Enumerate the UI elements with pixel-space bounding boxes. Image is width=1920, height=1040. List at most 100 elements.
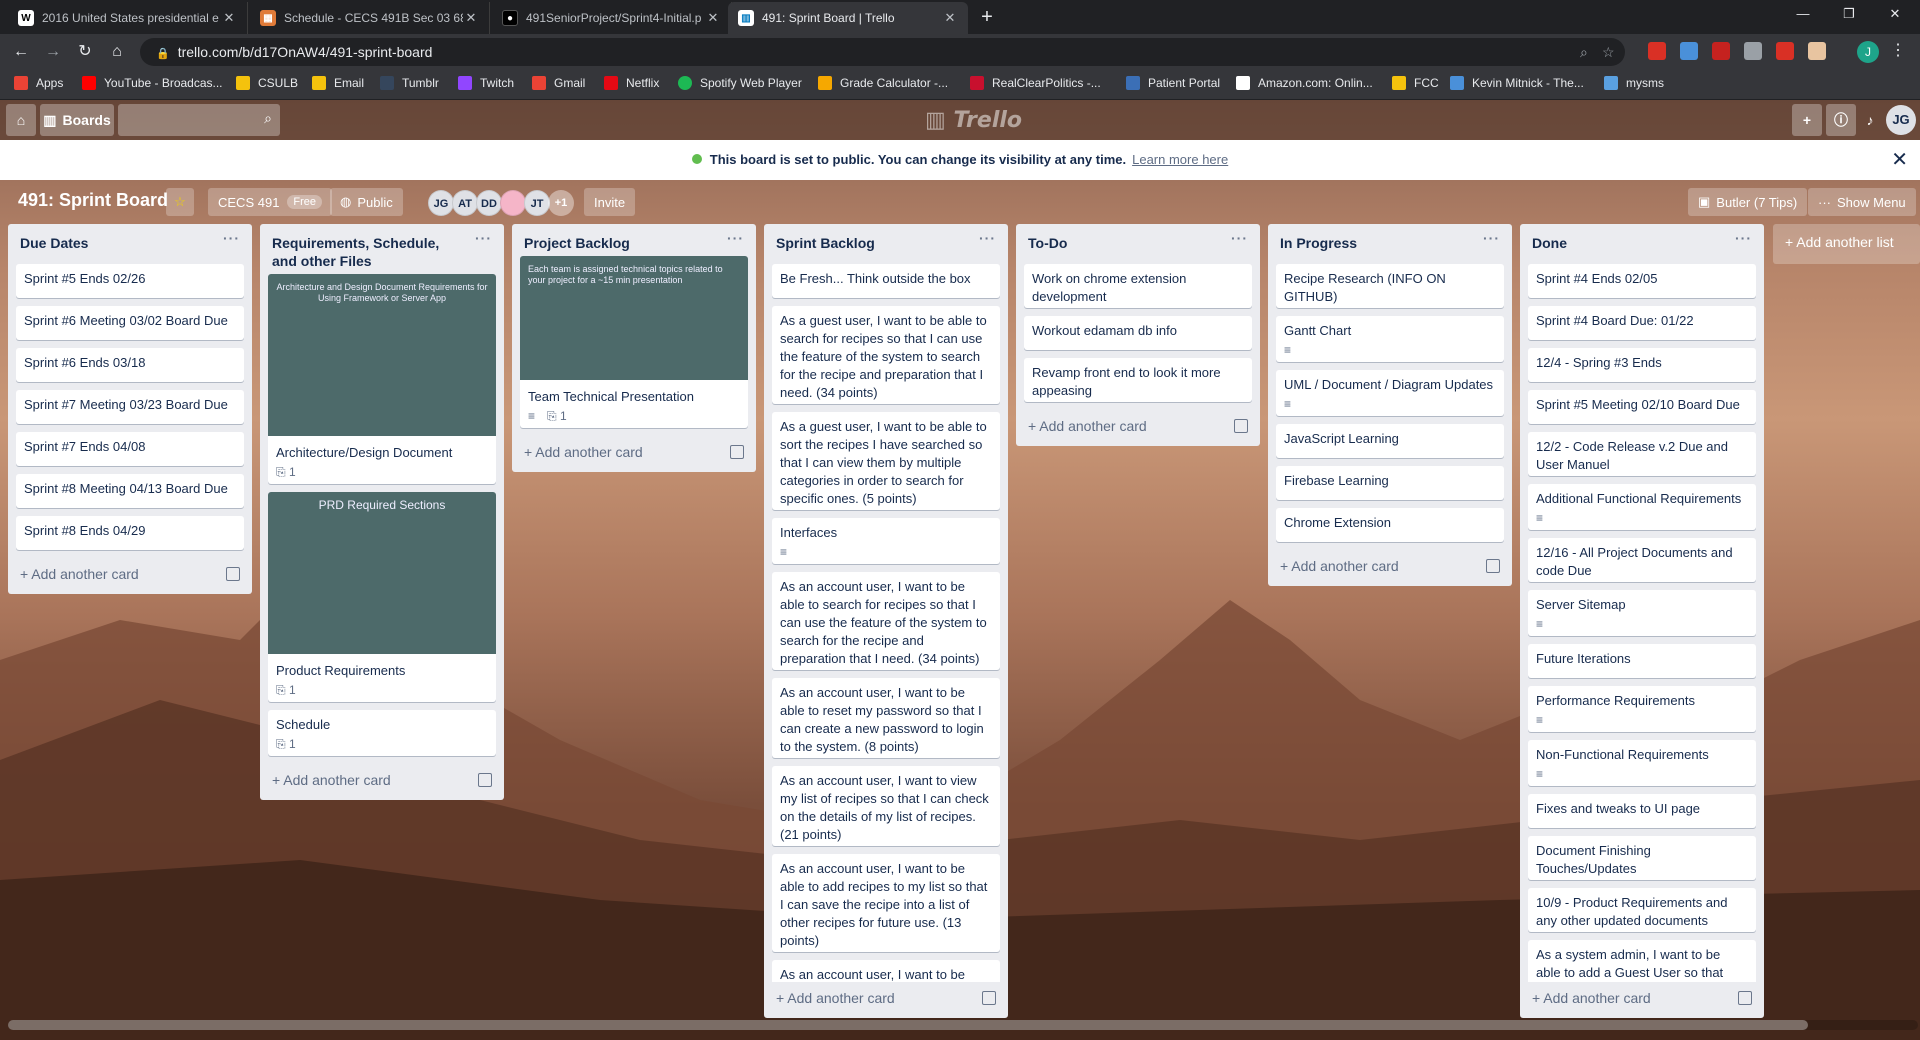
card[interactable]: Schedule ⎘ 1 [268,710,496,756]
list-header[interactable]: Requirements, Schedule, and other Files ·… [260,224,504,274]
card[interactable]: JavaScript Learning [1276,424,1504,458]
window-close-button[interactable]: ✕ [1872,0,1918,30]
card[interactable]: 12/16 - All Project Documents and code D… [1528,538,1756,582]
card[interactable]: Document Finishing Touches/Updates [1528,836,1756,880]
star-icon[interactable]: ☆ [166,188,194,216]
card[interactable]: As an account user, I want to be able to… [772,960,1000,982]
card[interactable]: Performance Requirements ≡ [1528,686,1756,732]
list-header[interactable]: To-Do ··· [1016,224,1260,264]
card[interactable]: Work on chrome extension development [1024,264,1252,308]
horizontal-scrollbar[interactable] [8,1020,1918,1030]
card[interactable]: Architecture and Design Document Require… [268,274,496,484]
card-template-icon[interactable] [1486,559,1500,573]
minimize-button[interactable]: — [1780,0,1826,30]
card[interactable]: Recipe Research (INFO ON GITHUB) [1276,264,1504,308]
card[interactable]: Sprint #7 Ends 04/08 [16,432,244,466]
list-title[interactable]: Requirements, Schedule, and other Files [272,234,467,270]
home-icon[interactable]: ⌂ [104,40,130,64]
list-menu-icon[interactable]: ··· [1483,230,1500,246]
list-title[interactable]: Project Backlog [524,234,719,252]
card[interactable]: Chrome Extension [1276,508,1504,542]
add-card-button[interactable]: + Add another card [1016,410,1260,446]
card[interactable]: 12/4 - Spring #3 Ends [1528,348,1756,382]
card[interactable]: Future Iterations [1528,644,1756,678]
bookmark-item[interactable]: Gmail [532,76,585,90]
card[interactable]: As an account user, I want to be able to… [772,854,1000,952]
card[interactable]: 10/9 - Product Requirements and any othe… [1528,888,1756,932]
address-bar[interactable]: 🔒 trello.com/b/d17OnAW4/491-sprint-board … [140,38,1625,66]
add-card-button[interactable]: + Add another card [260,764,504,800]
close-icon[interactable]: ✕ [705,10,721,26]
zoom-icon[interactable]: ⌕ [1580,38,1588,66]
bookmark-item[interactable]: Patient Portal [1126,76,1220,90]
extension-icon[interactable] [1744,42,1762,60]
list-menu-icon[interactable]: ··· [1735,230,1752,246]
browser-tab[interactable]: W 2016 United States presidential e ✕ [8,2,248,34]
butler-button[interactable]: ▣ Butler (7 Tips) [1688,188,1808,216]
member-avatar[interactable]: JT [524,190,550,216]
reload-icon[interactable]: ↻ [72,40,98,64]
card-template-icon[interactable] [982,991,996,1005]
bookmark-star-icon[interactable]: ☆ [1602,38,1615,66]
card-template-icon[interactable] [478,773,492,787]
search-input[interactable]: ⌕ [118,104,280,136]
bookmark-item[interactable]: Email [312,76,364,90]
bookmark-item[interactable]: Amazon.com: Onlin... [1236,76,1373,90]
visibility-button[interactable]: ◍ Public [330,188,403,216]
card[interactable]: Gantt Chart ≡ [1276,316,1504,362]
card[interactable]: As an account user, I want to view my li… [772,766,1000,846]
card[interactable]: UML / Document / Diagram Updates ≡ [1276,370,1504,416]
add-card-button[interactable]: + Add another card [512,436,756,472]
boards-button[interactable]: ▥ Boards [40,104,114,136]
bookmark-item[interactable]: Kevin Mitnick - The... [1450,76,1584,90]
profile-avatar[interactable]: J [1857,41,1879,63]
bookmark-item[interactable]: RealClearPolitics -... [970,76,1101,90]
list-header[interactable]: Project Backlog ··· [512,224,756,264]
list-menu-icon[interactable]: ··· [475,230,492,246]
card[interactable]: Sprint #8 Ends 04/29 [16,516,244,550]
list-header[interactable]: In Progress ··· [1268,224,1512,264]
card[interactable]: Sprint #6 Ends 03/18 [16,348,244,382]
member-avatar[interactable]: AT [452,190,478,216]
more-members-button[interactable]: +1 [548,190,574,216]
board-title[interactable]: 491: Sprint Board [18,190,168,211]
restore-button[interactable]: ❐ [1826,0,1872,30]
add-card-button[interactable]: + Add another card [1268,550,1512,586]
bell-icon[interactable]: ♪ [1856,104,1884,136]
list-title[interactable]: Sprint Backlog [776,234,971,252]
card[interactable]: As a system admin, I want to be able to … [1528,940,1756,982]
card[interactable]: Sprint #4 Ends 02/05 [1528,264,1756,298]
card[interactable]: Sprint #7 Meeting 03/23 Board Due [16,390,244,424]
extension-icon[interactable] [1648,42,1666,60]
extension-icon[interactable] [1680,42,1698,60]
add-card-button[interactable]: + Add another card [8,558,252,594]
close-icon[interactable]: ✕ [221,10,237,26]
member-avatar[interactable]: JG [1886,105,1916,135]
card-template-icon[interactable] [1234,419,1248,433]
list-menu-icon[interactable]: ··· [223,230,240,246]
member-avatar[interactable]: JG [428,190,454,216]
home-icon[interactable]: ⌂ [6,104,36,136]
back-icon[interactable]: ← [8,40,34,64]
add-list-button[interactable]: + Add another list [1773,224,1920,264]
card-template-icon[interactable] [226,567,240,581]
card[interactable]: Sprint #6 Meeting 03/02 Board Due [16,306,244,340]
list-menu-icon[interactable]: ··· [1231,230,1248,246]
card[interactable]: Workout edamam db info [1024,316,1252,350]
card[interactable]: Revamp front end to look it more appeasi… [1024,358,1252,402]
card[interactable]: Each team is assigned technical topics r… [520,256,748,428]
browser-tab[interactable]: ● 491SeniorProject/Sprint4-Initial.p ✕ [492,2,732,34]
browser-menu-icon[interactable]: ⋮ [1890,40,1906,60]
new-tab-button[interactable]: + [975,6,999,30]
list-menu-icon[interactable]: ··· [979,230,996,246]
list-header[interactable]: Due Dates ··· [8,224,252,264]
card[interactable]: Be Fresh... Think outside the box [772,264,1000,298]
extension-icon[interactable] [1776,42,1794,60]
member-avatar-photo[interactable] [500,190,526,216]
card[interactable]: Firebase Learning [1276,466,1504,500]
card[interactable]: Sprint #8 Meeting 04/13 Board Due [16,474,244,508]
add-card-button[interactable]: + Add another card [764,982,1008,1018]
bookmark-item[interactable]: Apps [14,76,63,90]
browser-tab-active[interactable]: ▥ 491: Sprint Board | Trello ✕ [728,2,968,34]
bookmark-item[interactable]: Tumblr [380,76,439,90]
